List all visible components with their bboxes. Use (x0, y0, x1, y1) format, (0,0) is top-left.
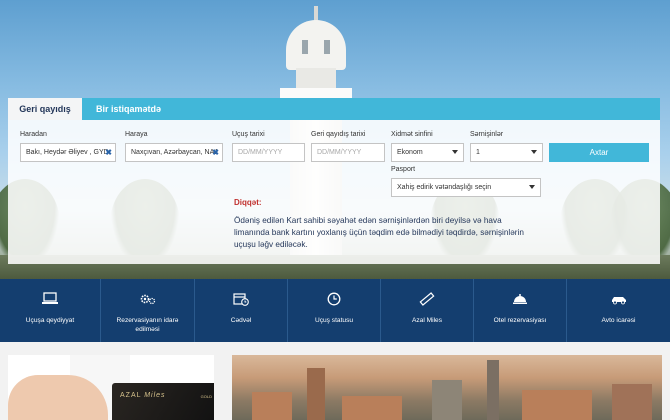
nav-flight-status[interactable]: Uçuş statusu (288, 279, 381, 342)
trip-type-tabs: Geri qayıdış Bir istiqamətdə (8, 98, 660, 120)
class-value: Ekonom (397, 149, 423, 156)
church-tower (307, 368, 325, 420)
nav-label: Avto icarəsi (601, 317, 636, 324)
card-brand: AZAL Miles (120, 392, 166, 399)
ruler-icon (419, 292, 435, 306)
gears-icon (140, 294, 155, 305)
nav-label: Otel rezervasiyası (493, 317, 547, 324)
card-tier: GOLD (200, 394, 212, 399)
building (612, 384, 652, 420)
nav-azal-miles[interactable]: Azal Miles (381, 279, 474, 342)
passport-value: Xahiş edirik vətəndaşlığı seçin (397, 184, 492, 191)
nav-label: Uçuş statusu (314, 317, 354, 324)
nav-label: Rezervasiyanın idarə edilməsi (116, 317, 179, 333)
building (522, 390, 592, 420)
nav-manage-booking[interactable]: Rezervasiyanın idarə edilməsi (101, 279, 195, 342)
chevron-down-icon (529, 185, 535, 189)
depart-date-input[interactable]: DD/MM/YYYY (232, 143, 305, 162)
flight-search-form: Haradan Bakı, Heydər Əliyev , GYD ✖ Hara… (8, 120, 660, 264)
from-field[interactable]: Bakı, Heydər Əliyev , GYD ✖ (20, 143, 116, 162)
from-label: Haradan (20, 131, 47, 138)
chevron-down-icon (531, 150, 537, 154)
laptop-icon (42, 292, 58, 304)
passengers-select[interactable]: 1 (470, 143, 543, 162)
promo-city-image[interactable] (232, 355, 662, 420)
tab-round-trip[interactable]: Geri qayıdış (8, 98, 82, 120)
from-value: Bakı, Heydər Əliyev , GYD (26, 149, 109, 156)
nav-label: Azal Miles (411, 317, 443, 324)
to-value: Naxçıvan, Azərbaycan, NAJ (131, 149, 218, 156)
passport-select[interactable]: Xahiş edirik vətəndaşlığı seçin (391, 178, 541, 197)
miles-card-image: AZAL Miles GOLD (112, 383, 214, 420)
notice-title: Diqqət: (234, 198, 262, 207)
to-field[interactable]: Naxçıvan, Azərbaycan, NAJ ✖ (125, 143, 223, 162)
class-label: Xidmət sinfini (391, 131, 433, 138)
tower (487, 360, 499, 420)
nav-car-rental[interactable]: Avto icarəsi (567, 279, 670, 342)
passengers-label: Sərnişinlər (470, 131, 504, 138)
passport-label: Pasport (391, 166, 416, 173)
notice-text: Ödəniş edilən Kart sahibi səyahət edən s… (234, 216, 524, 249)
nav-label: Uçuşa qeydiyyat (25, 317, 75, 324)
nav-hotel-booking[interactable]: Otel rezervasiyası (474, 279, 567, 342)
passengers-value: 1 (476, 149, 480, 156)
class-select[interactable]: Ekonom (391, 143, 464, 162)
tab-one-way[interactable]: Bir istiqamətdə (96, 98, 161, 120)
to-label: Haraya (125, 131, 148, 138)
cloche-icon (513, 294, 527, 304)
car-icon (611, 297, 626, 305)
building (342, 396, 402, 420)
promo-miles-card[interactable]: AZAL Miles GOLD (8, 355, 214, 420)
clear-from-icon[interactable]: ✖ (105, 144, 112, 161)
chevron-down-icon (452, 150, 458, 154)
calendar-clock-icon (233, 293, 249, 306)
clear-to-icon[interactable]: ✖ (212, 144, 219, 161)
clock-icon (327, 292, 341, 306)
return-date-label: Geri qayıdış tarixi (311, 131, 366, 138)
depart-date-label: Uçuş tarixi (232, 131, 265, 138)
return-date-input[interactable]: DD/MM/YYYY (311, 143, 385, 162)
nav-schedule[interactable]: Cədvəl (195, 279, 288, 342)
building (432, 380, 462, 420)
building (252, 392, 292, 420)
search-button[interactable]: Axtar (549, 143, 649, 162)
nav-label: Cədvəl (230, 317, 252, 324)
nav-check-in[interactable]: Uçuşa qeydiyyat (0, 279, 101, 342)
services-nav: Uçuşa qeydiyyat Rezervasiyanın idarə edi… (0, 279, 670, 342)
